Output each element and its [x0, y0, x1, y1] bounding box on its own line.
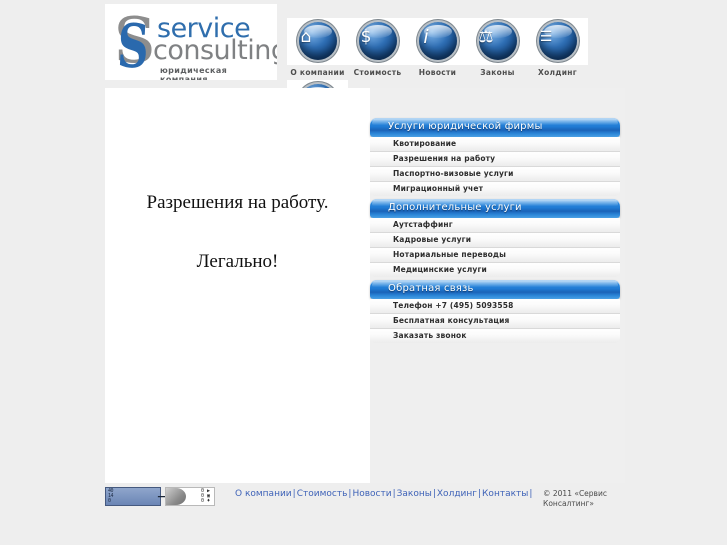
info-icon-glyph: i	[423, 25, 429, 48]
main-content-panel: Разрешения на работу. Легально!	[105, 88, 370, 483]
sidebar: Услуги юридической фирмы Квотирование Ра…	[370, 88, 625, 483]
sidebar-item-autstaffing[interactable]: Аутстаффинг	[370, 218, 620, 233]
sidebar-panel-additional-services: Дополнительные услуги Аутстаффинг Кадров…	[370, 199, 620, 277]
nav-label-holding: Холдинг	[538, 68, 577, 77]
page-headline: Разрешения на работу.	[146, 192, 329, 213]
mail-counter[interactable]: 0 ▶ 0 ▣ 0 ♦	[165, 487, 215, 506]
sidebar-item-free-consultation[interactable]: Бесплатная консультация	[370, 314, 620, 329]
sidebar-panel-header[interactable]: Услуги юридической фирмы	[370, 118, 620, 137]
nav-item-o-kompanii[interactable]: ⌂ О компании	[287, 18, 348, 77]
money-bag-icon-glyph: $	[360, 26, 372, 47]
sidebar-item-label: Миграционный учет	[393, 184, 484, 193]
logo-word-consulting: consulting	[153, 35, 277, 66]
footer-separator: |	[292, 489, 296, 499]
sidebar-item-label: Разрешения на работу	[393, 154, 496, 163]
house-icon-glyph: ⌂	[300, 26, 312, 47]
mail-counter-digits: 0 ▶ 0 ▣ 0 ♦	[200, 488, 210, 504]
sidebar-item-request-callback[interactable]: Заказать звонок	[370, 329, 620, 343]
people-group-icon-glyph: ☰	[539, 28, 553, 45]
sidebar-item-notarialnye-perevody[interactable]: Нотариальные переводы	[370, 248, 620, 263]
nav-item-holding[interactable]: ☰ Холдинг	[527, 18, 588, 77]
footer-separator: |	[529, 489, 533, 499]
sidebar-panel-legal-services: Услуги юридической фирмы Квотирование Ра…	[370, 118, 620, 196]
footer-separator: |	[392, 489, 396, 499]
sidebar-item-label: Телефон +7 (495) 5093558	[393, 301, 514, 310]
nav-item-novosti[interactable]: i Новости	[407, 18, 468, 77]
footer-separator: |	[348, 489, 352, 499]
footer-link-o-kompanii[interactable]: О компании	[235, 489, 292, 499]
sidebar-panel-feedback: Обратная связь Телефон +7 (495) 5093558 …	[370, 280, 620, 343]
sidebar-item-label: Нотариальные переводы	[393, 250, 507, 259]
people-group-icon[interactable]: ☰	[527, 18, 588, 65]
money-bag-icon[interactable]: $	[347, 18, 408, 65]
footer-link-zakony[interactable]: Законы	[397, 489, 432, 499]
site-logo[interactable]: S S service consulting юридическая компа…	[105, 4, 277, 80]
sidebar-item-label: Аутстаффинг	[393, 220, 453, 229]
footer-link-holding[interactable]: Холдинг	[437, 489, 477, 499]
footer-separator: |	[432, 489, 436, 499]
sidebar-item-label: Квотирование	[393, 139, 457, 148]
sidebar-panel-title: Дополнительные услуги	[388, 202, 522, 213]
nav-item-stoimost[interactable]: $ Стоимость	[347, 18, 408, 77]
judge-icon[interactable]: ⚖	[467, 18, 528, 65]
page-root: S S service consulting юридическая компа…	[0, 0, 727, 545]
rambler-counter[interactable]: 40140 ⟶	[105, 487, 177, 506]
rambler-counter-digits: 40 14 0	[108, 488, 114, 504]
footer-separator: |	[478, 489, 482, 499]
sidebar-item-pasportno-vizovye[interactable]: Паспортно-визовые услуги	[370, 167, 620, 182]
judge-icon-glyph: ⚖	[478, 26, 494, 47]
sidebar-item-kadrovye-uslugi[interactable]: Кадровые услуги	[370, 233, 620, 248]
sidebar-panel-title: Обратная связь	[388, 283, 474, 294]
sidebar-item-medicinskie-uslugi[interactable]: Медицинские услуги	[370, 263, 620, 277]
footer-link-stoimost[interactable]: Стоимость	[297, 489, 348, 499]
nav-item-zakony[interactable]: ⚖ Законы	[467, 18, 528, 77]
footer-navigation: О компании|Стоимость|Новости|Законы|Холд…	[235, 489, 533, 499]
footer-link-novosti[interactable]: Новости	[352, 489, 391, 499]
sidebar-item-label: Бесплатная консультация	[393, 316, 510, 325]
nav-label-stoimost: Стоимость	[353, 68, 402, 77]
sidebar-item-label: Паспортно-визовые услуги	[393, 169, 514, 178]
sidebar-item-kvotirovanie[interactable]: Квотирование	[370, 137, 620, 152]
nav-label-o-kompanii: О компании	[290, 68, 345, 77]
sidebar-item-migracionnyj-uchet[interactable]: Миграционный учет	[370, 182, 620, 196]
site-footer: 40140 ⟶ 0 ▶0 ▣0 ♦ О компании|Стоимость|Н…	[105, 483, 625, 517]
sidebar-panel-header[interactable]: Обратная связь	[370, 280, 620, 299]
house-icon[interactable]: ⌂	[287, 18, 348, 65]
sidebar-item-telephone[interactable]: Телефон +7 (495) 5093558	[370, 299, 620, 314]
page-subheadline: Легально!	[196, 251, 279, 272]
sidebar-panel-header[interactable]: Дополнительные услуги	[370, 199, 620, 218]
top-navigation: ⌂ О компании $ Стоимость i Новости ⚖ Зак…	[287, 18, 627, 106]
logo-s-blue-icon: S	[115, 12, 151, 80]
info-icon[interactable]: i	[407, 18, 468, 65]
nav-label-zakony: Законы	[480, 68, 515, 77]
sidebar-item-label: Заказать звонок	[393, 331, 467, 340]
footer-counters: 40140 ⟶ 0 ▶0 ▣0 ♦	[105, 487, 215, 507]
nav-label-novosti: Новости	[418, 68, 457, 77]
sidebar-item-label: Медицинские услуги	[393, 265, 487, 274]
footer-link-kontakty[interactable]: Контакты	[482, 489, 528, 499]
sidebar-panel-title: Услуги юридической фирмы	[388, 121, 543, 132]
sidebar-item-label: Кадровые услуги	[393, 235, 472, 244]
site-header: S S service consulting юридическая компа…	[105, 0, 627, 106]
sidebar-item-razresheniya-na-rabotu[interactable]: Разрешения на работу	[370, 152, 620, 167]
mail-counter-logo-icon	[166, 488, 186, 505]
footer-copyright: © 2011 «Сервис Консалтинг»	[543, 489, 607, 508]
logo-tagline: юридическая компания	[160, 66, 228, 80]
